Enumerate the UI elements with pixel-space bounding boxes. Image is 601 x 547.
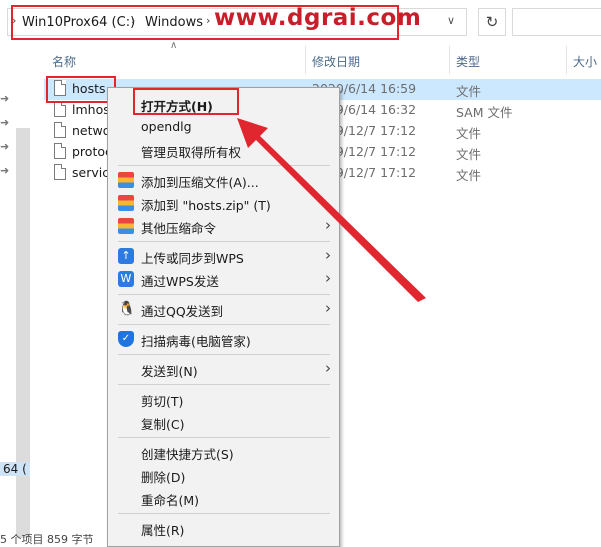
menu-item-delete[interactable]: 删除(D) — [108, 464, 339, 486]
menu-item-label: 通过WPS发送 — [141, 274, 219, 289]
cloud-upload-icon: ↑ — [118, 248, 134, 264]
pin-icon: ➜ — [0, 116, 10, 129]
context-menu: 打开方式(H) opendlg 管理员取得所有权 添加到压缩文件(A)... 添… — [107, 87, 340, 547]
menu-separator — [118, 384, 330, 385]
menu-separator — [118, 354, 330, 355]
wps-send-icon: W — [118, 271, 134, 287]
chevron-down-icon[interactable]: ∨ — [447, 14, 455, 27]
file-icon — [54, 164, 66, 180]
file-type: 文件 — [456, 147, 482, 162]
menu-item-opendlg[interactable]: opendlg — [108, 116, 339, 138]
menu-item-create-shortcut[interactable]: 创建快捷方式(S) — [108, 441, 339, 463]
column-header-date[interactable]: 修改日期 — [312, 53, 360, 70]
menu-item-scan-virus[interactable]: ✓ 扫描病毒(电脑管家) — [108, 328, 339, 350]
menu-item-other-compress[interactable]: 其他压缩命令 › — [108, 215, 339, 237]
column-divider[interactable] — [566, 46, 567, 74]
column-divider[interactable] — [305, 46, 306, 74]
pin-icon: ➜ — [0, 164, 10, 177]
column-divider[interactable] — [449, 46, 450, 74]
pin-icon: ➜ — [0, 140, 10, 153]
menu-item-label: 扫描病毒(电脑管家) — [141, 334, 251, 349]
menu-item-label: opendlg — [141, 119, 192, 134]
column-header-type[interactable]: 类型 — [456, 53, 480, 70]
menu-item-copy[interactable]: 复制(C) — [108, 411, 339, 433]
menu-item-label: 添加到压缩文件(A)... — [141, 175, 259, 190]
menu-item-cut[interactable]: 剪切(T) — [108, 388, 339, 410]
file-type: 文件 — [456, 126, 482, 141]
menu-item-rename[interactable]: 重命名(M) — [108, 487, 339, 509]
menu-item-label: 添加到 "hosts.zip" (T) — [141, 198, 271, 213]
winrar-icon — [118, 218, 134, 234]
menu-separator — [118, 513, 330, 514]
file-icon — [54, 143, 66, 159]
menu-item-label: 其他压缩命令 — [141, 221, 217, 236]
menu-item-label: 属性(R) — [141, 523, 185, 538]
menu-item-label: 发送到(N) — [141, 364, 198, 379]
submenu-arrow-icon: › — [325, 359, 331, 377]
menu-item-label: 删除(D) — [141, 470, 186, 485]
menu-item-label: 创建快捷方式(S) — [141, 447, 234, 462]
menu-item-add-zip[interactable]: 添加到 "hosts.zip" (T) — [108, 192, 339, 214]
menu-item-send-to[interactable]: 发送到(N) › — [108, 358, 339, 380]
menu-item-label: 剪切(T) — [141, 394, 184, 409]
menu-item-label: 管理员取得所有权 — [141, 145, 242, 160]
column-header-size[interactable]: 大小 — [573, 53, 597, 70]
menu-item-label: 复制(C) — [141, 417, 185, 432]
winrar-icon — [118, 172, 134, 188]
file-icon — [54, 122, 66, 138]
submenu-arrow-icon: › — [325, 246, 331, 264]
file-type: 文件 — [456, 84, 482, 99]
highlight-box-address — [11, 5, 399, 40]
qq-penguin-icon: 🐧 — [118, 301, 136, 317]
sort-up-icon: ∧ — [170, 40, 178, 51]
highlight-box-hosts — [46, 76, 116, 103]
nav-item-drive[interactable]: 64 ( — [0, 462, 30, 476]
status-bar: 5 个项目 859 字节 — [0, 533, 94, 546]
menu-item-properties[interactable]: 属性(R) — [108, 517, 339, 539]
submenu-arrow-icon: › — [325, 216, 331, 234]
submenu-arrow-icon: › — [325, 299, 331, 317]
menu-separator — [118, 324, 330, 325]
file-type: 文件 — [456, 168, 482, 183]
nav-scrollbar[interactable] — [16, 128, 30, 538]
navigation-pane: ➜ ➜ ➜ ➜ 64 ( — [0, 44, 30, 541]
menu-separator — [118, 437, 330, 438]
menu-item-add-archive[interactable]: 添加到压缩文件(A)... — [108, 169, 339, 191]
file-type: SAM 文件 — [456, 105, 513, 120]
menu-separator — [118, 294, 330, 295]
search-input[interactable] — [512, 8, 601, 36]
winrar-icon — [118, 195, 134, 211]
menu-separator — [118, 241, 330, 242]
menu-item-send-qq[interactable]: 🐧 通过QQ发送到 › — [108, 298, 339, 320]
column-header-name[interactable]: 名称 — [52, 53, 76, 70]
menu-item-label: 重命名(M) — [141, 493, 200, 508]
pin-icon: ➜ — [0, 92, 10, 105]
refresh-icon[interactable]: ↻ — [478, 8, 506, 36]
menu-separator — [118, 165, 330, 166]
shield-icon: ✓ — [118, 331, 134, 347]
file-icon — [54, 101, 66, 117]
menu-item-label: 上传或同步到WPS — [141, 251, 244, 266]
highlight-box-open-with — [133, 88, 239, 115]
menu-item-send-wps[interactable]: W 通过WPS发送 › — [108, 268, 339, 290]
submenu-arrow-icon: › — [325, 269, 331, 287]
menu-item-label: 通过QQ发送到 — [141, 304, 224, 319]
menu-item-take-ownership[interactable]: 管理员取得所有权 — [108, 139, 339, 161]
menu-item-upload-wps[interactable]: ↑ 上传或同步到WPS › — [108, 245, 339, 267]
